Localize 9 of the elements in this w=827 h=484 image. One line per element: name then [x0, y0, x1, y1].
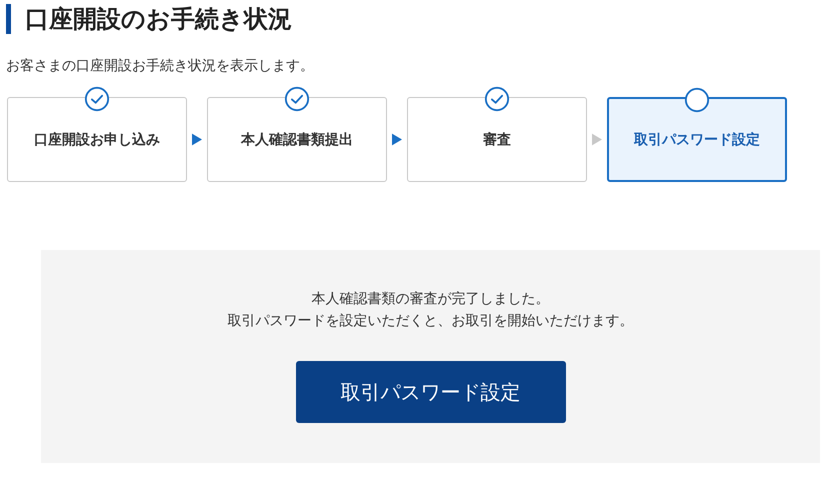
step-label: 取引パスワード設定	[634, 130, 760, 148]
description-text: お客さまの口座開設お手続き状況を表示します。	[6, 57, 315, 76]
notice-text: 取引パスワードを設定いただくと、お取引を開始いただけます。	[228, 312, 634, 331]
notice-text: 本人確認書類の審査が完了しました。	[312, 290, 550, 309]
step-label: 口座開設お申し込み	[34, 130, 160, 148]
page-title: 口座開設のお手続き状況	[6, 4, 820, 34]
step-label: 審査	[483, 130, 511, 148]
set-password-button[interactable]: 取引パスワード設定	[296, 361, 566, 423]
step-label: 本人確認書類提出	[241, 130, 353, 148]
